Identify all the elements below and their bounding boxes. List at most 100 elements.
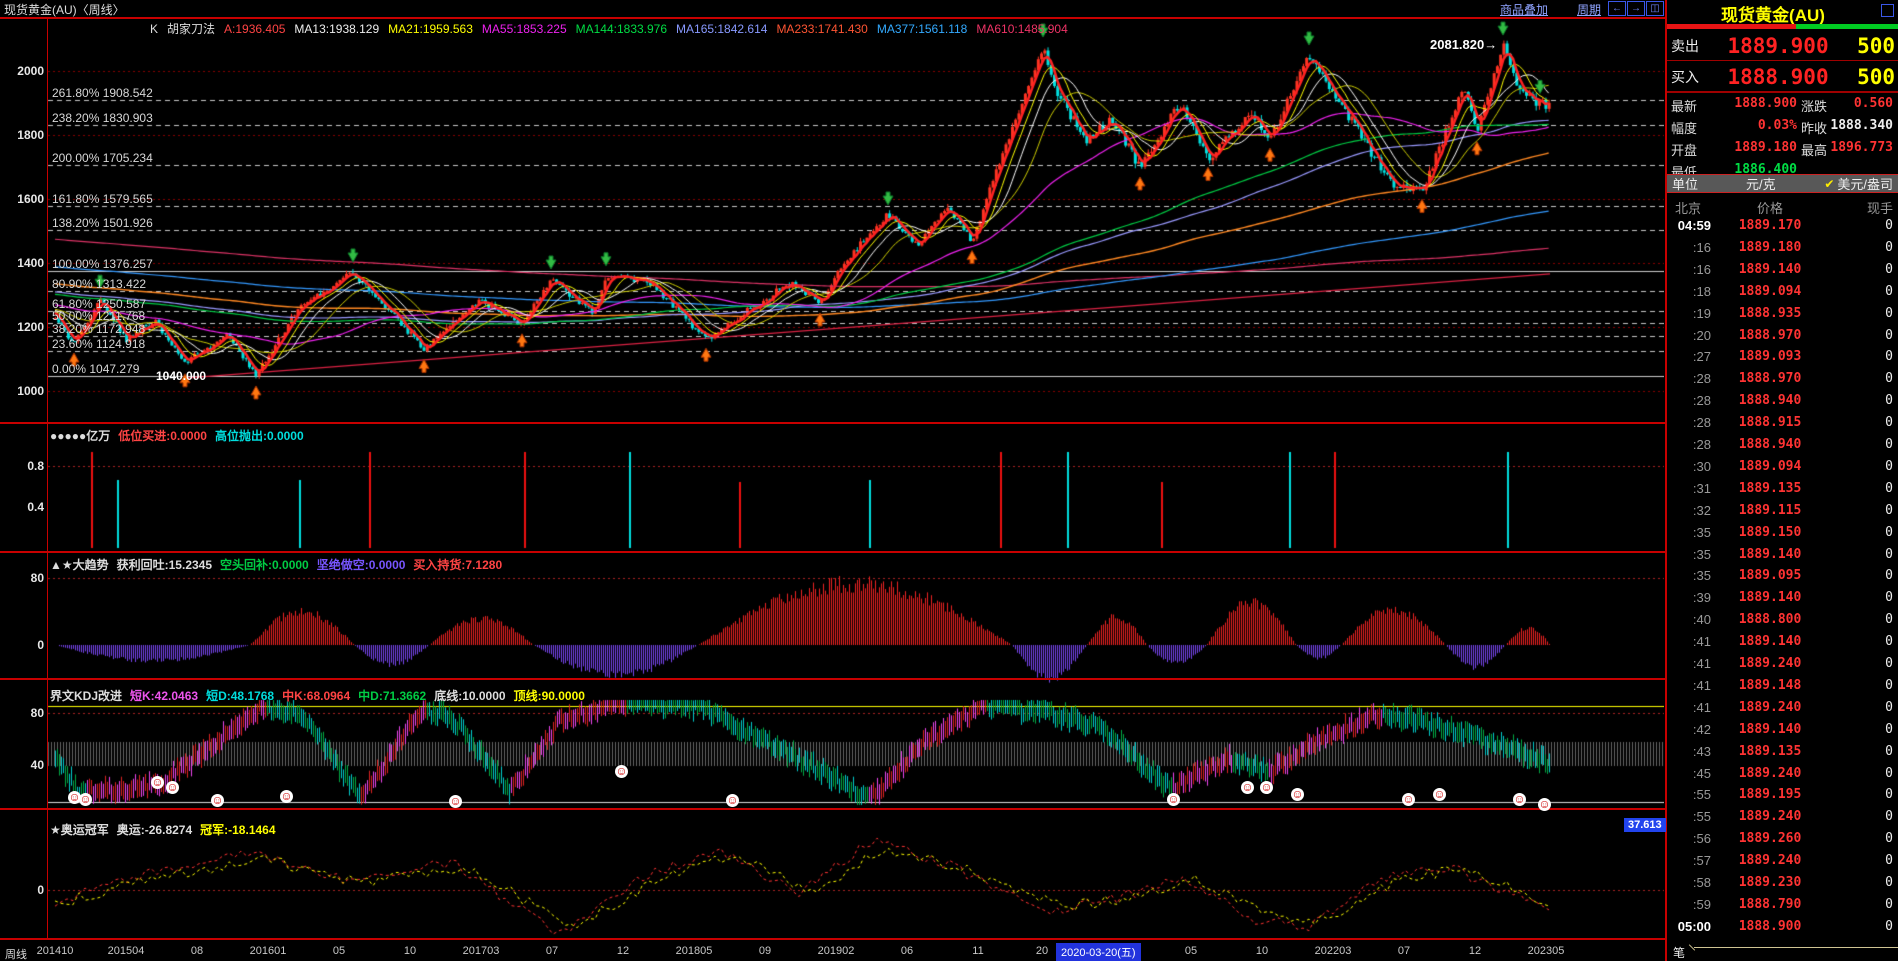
tape-row: :411889.2400 bbox=[1667, 700, 1898, 720]
pen-tab-label: 笔 bbox=[1673, 944, 1685, 961]
tape-time: :16 bbox=[1667, 240, 1711, 255]
stat-value: 1896.773 bbox=[1825, 140, 1893, 155]
tape-price: 1889.094 bbox=[1715, 459, 1825, 474]
tape-time: :40 bbox=[1667, 612, 1711, 627]
divider bbox=[1667, 91, 1898, 93]
tape-price: 1888.970 bbox=[1715, 328, 1825, 343]
tape-row: :39 1889.140 0 bbox=[1667, 590, 1898, 610]
tape-row: :161889.1800 bbox=[1667, 240, 1898, 260]
tape-price: 1889.240 bbox=[1715, 700, 1825, 715]
tape-volume: 0 bbox=[1885, 919, 1893, 934]
tape-price: 1889.115 bbox=[1715, 503, 1825, 518]
tape-volume: 0 bbox=[1885, 328, 1893, 343]
tape-row: :281888.9700 bbox=[1667, 371, 1898, 391]
tape-row: :431889.1350 bbox=[1667, 744, 1898, 764]
tape-price: 1889.135 bbox=[1715, 481, 1825, 496]
tape-time: :43 bbox=[1667, 744, 1711, 759]
tape-price: 1888.935 bbox=[1715, 306, 1825, 321]
divider bbox=[0, 678, 1665, 680]
ask-row[interactable]: 卖出 1889.900 500 bbox=[1667, 31, 1898, 60]
stat-value: 0.03% bbox=[1707, 118, 1797, 133]
tape-row: :191888.9350 bbox=[1667, 306, 1898, 326]
quote-panel: 现货黄金(AU) 卖出 1889.900 500 买入 1888.900 500… bbox=[1667, 0, 1898, 961]
trading-terminal: 200018001600140012001000261.80% 1908.542… bbox=[0, 0, 1898, 961]
tape-time: :45 bbox=[1667, 766, 1711, 781]
tape-price: 1889.093 bbox=[1715, 349, 1825, 364]
tape-volume: 0 bbox=[1885, 218, 1893, 233]
stat-label: 最高 bbox=[1801, 140, 1827, 159]
stat-value: 0.560 bbox=[1825, 96, 1893, 111]
tape-price: 1888.915 bbox=[1715, 415, 1825, 430]
tab-outline bbox=[1694, 947, 1898, 948]
tape-row: :421889.1400 bbox=[1667, 722, 1898, 742]
buy-ratio-segment bbox=[1796, 24, 1898, 29]
tape-row: :20 1888.970 0 bbox=[1667, 328, 1898, 348]
tape-volume: 0 bbox=[1885, 547, 1893, 562]
tape-price: 1889.240 bbox=[1715, 853, 1825, 868]
tape-time: :55 bbox=[1667, 809, 1711, 824]
tape-price: 1888.940 bbox=[1715, 393, 1825, 408]
period-menu[interactable]: 周期 bbox=[1577, 1, 1601, 18]
unit-usd-option[interactable]: 美元/盎司 bbox=[1837, 174, 1893, 193]
tape-volume: 0 bbox=[1885, 481, 1893, 496]
bid-row[interactable]: 买入 1888.900 500 bbox=[1667, 62, 1898, 91]
tape-time: :32 bbox=[1667, 503, 1711, 518]
tape-volume: 0 bbox=[1885, 349, 1893, 364]
tape-time: :35 bbox=[1667, 547, 1711, 562]
tape-price: 1889.170 bbox=[1715, 218, 1825, 233]
pan-right-icon[interactable]: → bbox=[1627, 1, 1645, 16]
tape-col-time: 北京 bbox=[1675, 198, 1701, 217]
pan-left-icon[interactable]: ← bbox=[1608, 1, 1626, 16]
tape-volume: 0 bbox=[1885, 678, 1893, 693]
stat-value: 1888.900 bbox=[1707, 96, 1797, 111]
tape-time: :18 bbox=[1667, 284, 1711, 299]
tape-row: :351889.0950 bbox=[1667, 568, 1898, 588]
tape-volume: 0 bbox=[1885, 634, 1893, 649]
tape-volume: 0 bbox=[1885, 503, 1893, 518]
tape-time: :19 bbox=[1667, 306, 1711, 321]
tape-row: :301889.0940 bbox=[1667, 459, 1898, 479]
tape-volume: 0 bbox=[1885, 568, 1893, 583]
time-sales-list[interactable]: 04:591889.1700:161889.1800:161889.1400:1… bbox=[1667, 218, 1898, 938]
tape-row: :32 1889.115 0 bbox=[1667, 503, 1898, 523]
period-tab-label[interactable]: 周线 bbox=[5, 946, 27, 961]
ma-value: MA144:1833.976 bbox=[576, 22, 667, 36]
tape-time: :39 bbox=[1667, 590, 1711, 605]
tape-row: :41 1889.148 0 bbox=[1667, 678, 1898, 698]
unit-cny-option[interactable]: 元/克 bbox=[1746, 174, 1776, 193]
tape-time: :20 bbox=[1667, 328, 1711, 343]
tape-volume: 0 bbox=[1885, 809, 1893, 824]
tape-row: :551889.1950 bbox=[1667, 787, 1898, 807]
tape-price: 1889.148 bbox=[1715, 678, 1825, 693]
check-icon: ✔ bbox=[1824, 177, 1834, 191]
tape-row: :561889.2600 bbox=[1667, 831, 1898, 851]
tape-volume: 0 bbox=[1885, 590, 1893, 605]
chart-canvas[interactable] bbox=[0, 0, 1664, 961]
tape-price: 1889.180 bbox=[1715, 240, 1825, 255]
tape-time: :41 bbox=[1667, 678, 1711, 693]
tape-time: :31 bbox=[1667, 481, 1711, 496]
unit-label: 单位 bbox=[1672, 174, 1698, 193]
tape-price: 1889.140 bbox=[1715, 590, 1825, 605]
tape-volume: 0 bbox=[1885, 371, 1893, 386]
stat-label: 幅度 bbox=[1671, 118, 1697, 137]
tape-volume: 0 bbox=[1885, 284, 1893, 299]
tape-price: 1889.240 bbox=[1715, 656, 1825, 671]
tape-price: 1888.900 bbox=[1715, 919, 1825, 934]
overlay-menu[interactable]: 商品叠加 bbox=[1500, 1, 1548, 18]
tape-price: 1889.240 bbox=[1715, 766, 1825, 781]
tape-price: 1889.095 bbox=[1715, 568, 1825, 583]
maximize-icon[interactable] bbox=[1881, 4, 1894, 17]
tape-volume: 0 bbox=[1885, 722, 1893, 737]
ma-value: MA55:1853.225 bbox=[482, 22, 567, 36]
pen-tab[interactable]: 笔 bbox=[1667, 942, 1898, 961]
tape-time: :28 bbox=[1667, 393, 1711, 408]
tape-volume: 0 bbox=[1885, 875, 1893, 890]
tape-row: :281888.9400 bbox=[1667, 393, 1898, 413]
tape-time: :16 bbox=[1667, 262, 1711, 277]
split-window-icon[interactable]: ◫ bbox=[1646, 1, 1664, 16]
tape-price: 1888.790 bbox=[1715, 897, 1825, 912]
tape-volume: 0 bbox=[1885, 700, 1893, 715]
bid-size: 500 bbox=[1857, 65, 1898, 89]
tape-price: 1889.140 bbox=[1715, 547, 1825, 562]
